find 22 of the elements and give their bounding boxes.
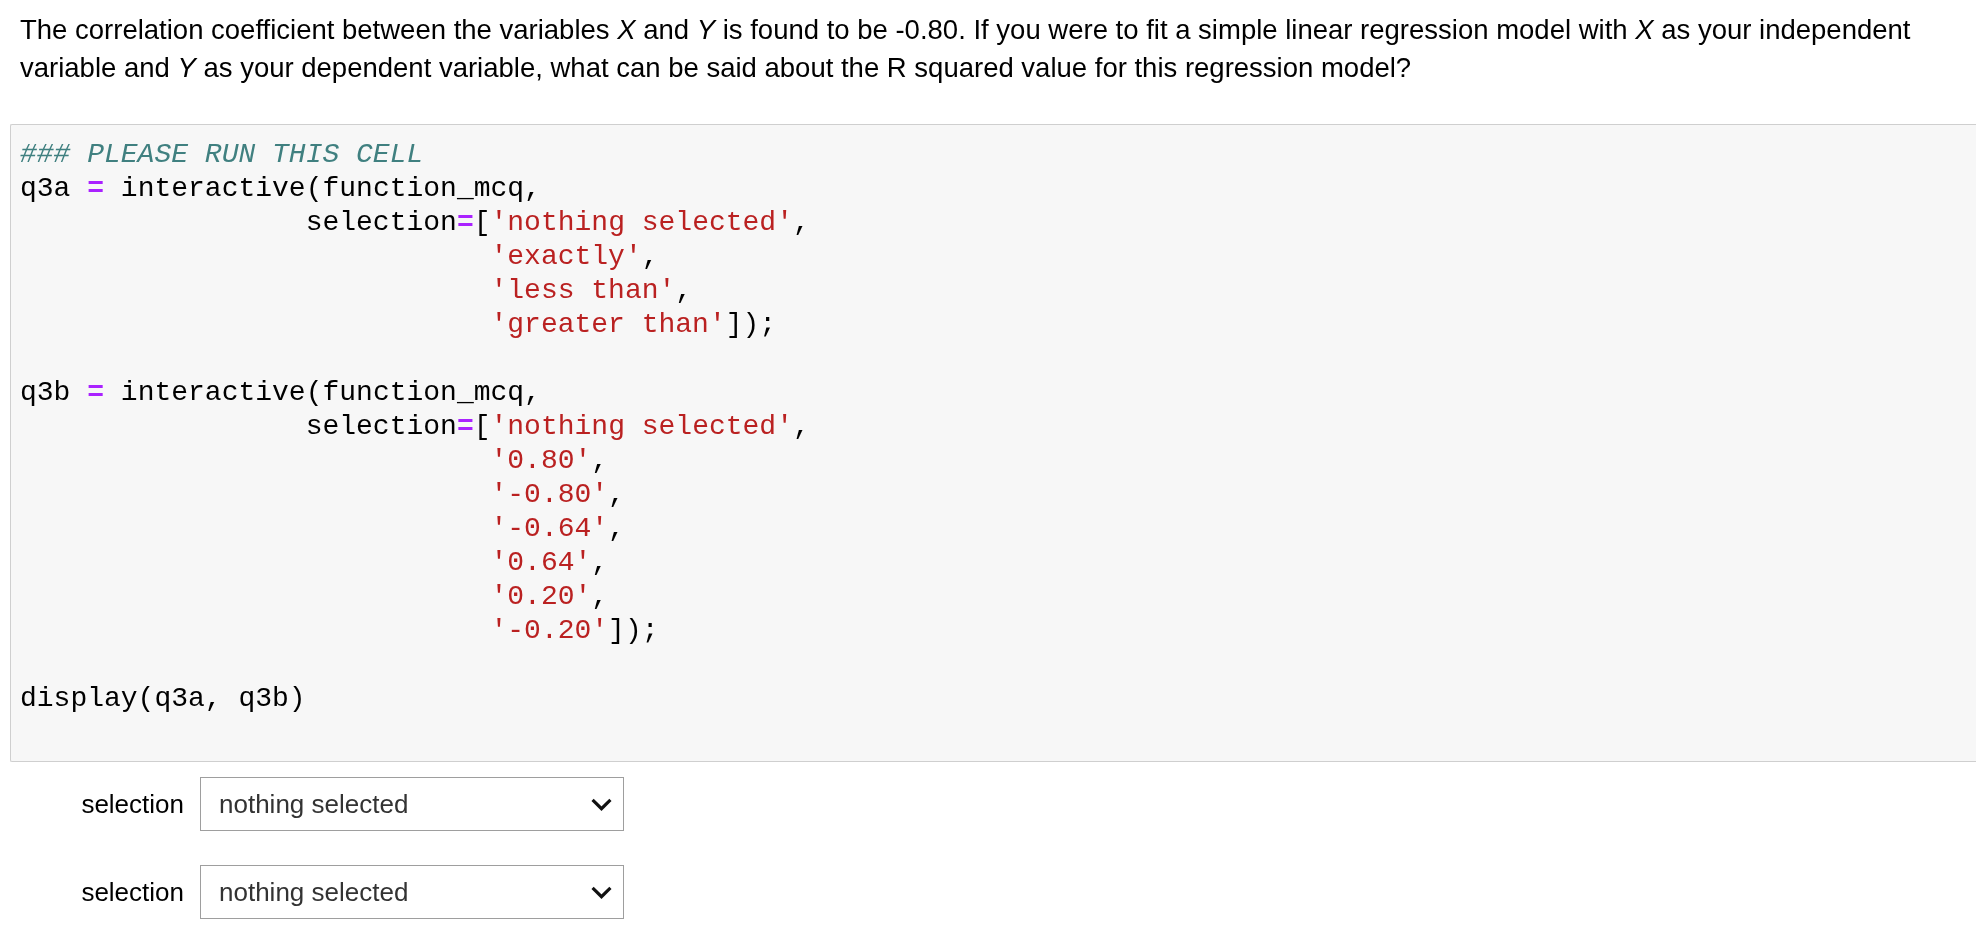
chevron-down-icon [591,885,612,899]
code-line: '-0.80', [490,479,625,510]
question-text: The correlation coefficient between the variables X and Y is found to be -0.80. If you were to fit a simple linear regression model with X as your independent variable and Y as your dependent variable, what can be said about the R squared value for this regression model? [20,13,1912,85]
code-line: '-0.64', [490,513,625,544]
code-line: 'greater than']); [490,309,777,340]
code-line: display(q3a, q3b) [20,683,306,714]
code-line: q3a = interactive(function_mcq, [20,173,541,204]
code-line: q3b = interactive(function_mcq, [20,377,541,408]
code-line: 'less than', [490,275,693,306]
code-line: '0.64', [490,547,609,578]
dropdown-label: selection [81,788,184,820]
dropdown[interactable]: nothing selected [200,777,624,831]
code-line: '0.80', [490,445,609,476]
dropdown-label: selection [81,876,184,908]
code-line: ### PLEASE RUN THIS CELL [20,139,424,170]
code-line: 'exactly', [490,241,659,272]
chevron-down-icon [591,797,612,811]
code-line: '0.20', [490,581,609,612]
code-line: '-0.20']); [490,615,659,646]
dropdown[interactable]: nothing selected [200,865,624,919]
code-line: selection=['nothing selected', [305,411,810,442]
code-line: selection=['nothing selected', [305,207,810,238]
